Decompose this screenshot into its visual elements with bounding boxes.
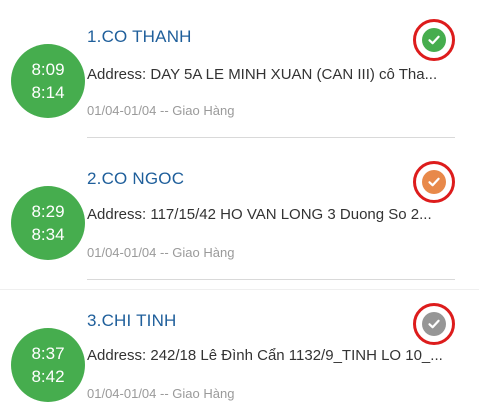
divider — [87, 279, 455, 280]
time-end: 8:14 — [31, 83, 65, 102]
time-end: 8:34 — [31, 225, 65, 244]
customer-name[interactable]: 2.CO NGOC — [87, 169, 184, 189]
delivery-item[interactable]: 8:29 8:34 2.CO NGOC Address: 117/15/42 H… — [0, 142, 479, 284]
time-badge: 8:09 8:14 — [11, 44, 85, 118]
address-text: Address: DAY 5A LE MINH XUAN (CAN III) c… — [87, 66, 438, 83]
delivery-item[interactable]: 8:09 8:14 1.CO THANH Address: DAY 5A LE … — [0, 0, 479, 142]
delivery-list: 8:09 8:14 1.CO THANH Address: DAY 5A LE … — [0, 0, 479, 417]
divider — [87, 137, 455, 138]
time-badge: 8:37 8:42 — [11, 328, 85, 402]
address-text: Address: 242/18 Lê Đình Cẩn 1132/9_TINH … — [87, 347, 443, 364]
delivery-item[interactable]: 8:37 8:42 3.CHI TINH Address: 242/18 Lê … — [0, 284, 479, 417]
address-text: Address: 117/15/42 HO VAN LONG 3 Duong S… — [87, 206, 432, 223]
customer-name[interactable]: 1.CO THANH — [87, 27, 192, 47]
check-icon — [422, 170, 446, 194]
time-start: 8:09 — [31, 60, 65, 79]
status-button[interactable] — [413, 303, 455, 345]
status-button[interactable] — [413, 19, 455, 61]
delivery-meta: 01/04-01/04 -- Giao Hàng — [87, 386, 235, 401]
delivery-meta: 01/04-01/04 -- Giao Hàng — [87, 103, 235, 118]
customer-name[interactable]: 3.CHI TINH — [87, 311, 177, 331]
check-icon — [422, 28, 446, 52]
delivery-meta: 01/04-01/04 -- Giao Hàng — [87, 245, 235, 260]
time-end: 8:42 — [31, 367, 65, 386]
time-start: 8:29 — [31, 202, 65, 221]
time-start: 8:37 — [31, 344, 65, 363]
time-badge: 8:29 8:34 — [11, 186, 85, 260]
status-button[interactable] — [413, 161, 455, 203]
check-icon — [422, 312, 446, 336]
